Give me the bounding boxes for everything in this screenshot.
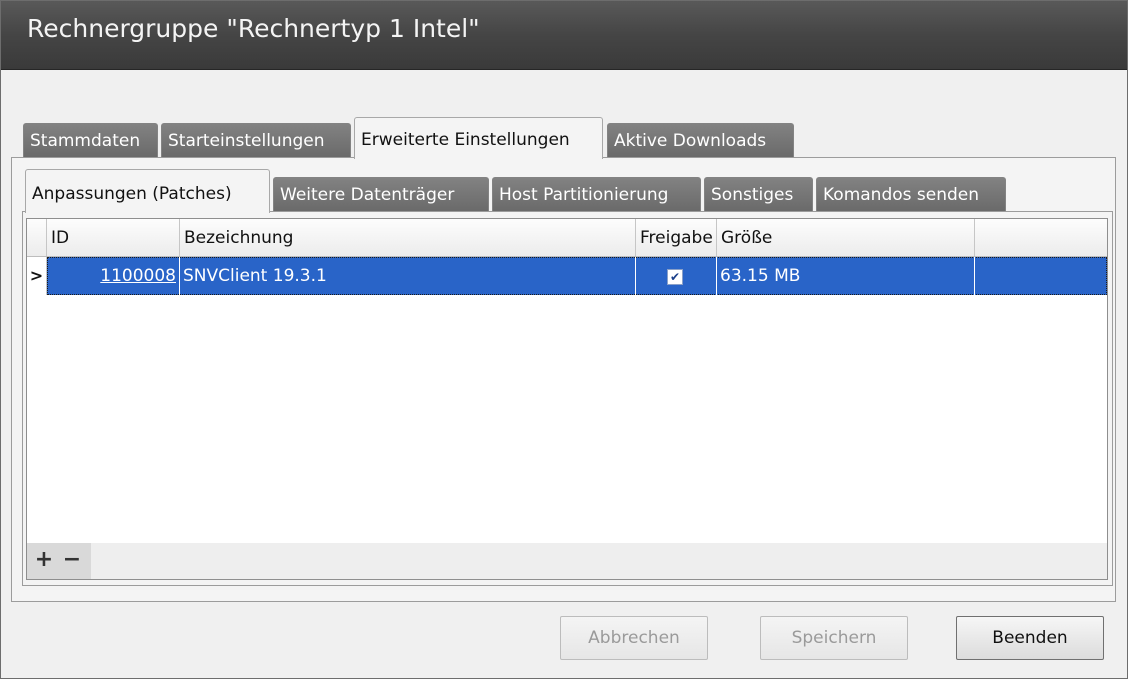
plus-icon[interactable]: + [33,547,55,573]
tab-starteinstellungen[interactable]: Starteinstellungen [161,123,351,157]
minus-icon[interactable]: − [61,547,83,573]
row-indicator-arrow: > [27,257,47,295]
column-header-empty [975,219,1107,256]
window-title: Rechnergruppe "Rechnertyp 1 Intel" [27,14,480,43]
abbrechen-button[interactable]: Abbrechen [560,616,708,660]
tab-aktive-downloads[interactable]: Aktive Downloads [607,123,794,157]
row-indicator-header [27,219,47,256]
id-link[interactable]: 1100008 [100,266,176,286]
speichern-button[interactable]: Speichern [760,616,908,660]
tab-erweiterte-einstellungen[interactable]: Erweiterte Einstellungen [354,117,603,159]
tab-host-partitionierung[interactable]: Host Partitionierung [492,177,701,211]
cell-freigabe[interactable]: ✔ [636,257,717,295]
tab-weitere-datentraeger[interactable]: Weitere Datenträger [273,177,489,211]
beenden-button[interactable]: Beenden [956,616,1104,660]
column-header-bezeichnung[interactable]: Bezeichnung [180,219,636,256]
grid-navigator: + − [27,543,91,579]
tab-komandos-senden[interactable]: Komandos senden [816,177,1006,211]
tab-anpassungen-patches[interactable]: Anpassungen (Patches) [25,169,270,213]
grid-footer-strip [27,543,1107,579]
column-header-groesse[interactable]: Größe [717,219,975,256]
column-header-freigabe[interactable]: Freigabe [636,219,717,256]
grid-header: ID Bezeichnung Freigabe Größe [27,219,1107,257]
cell-groesse: 63.15 MB [717,257,975,295]
cell-empty [975,257,1107,295]
tab-stammdaten[interactable]: Stammdaten [23,123,158,157]
freigabe-checkbox[interactable]: ✔ [667,269,683,285]
cell-bezeichnung: SNVClient 19.3.1 [180,257,636,295]
patches-grid[interactable]: ID Bezeichnung Freigabe Größe > 1100008 … [26,218,1108,580]
dialog-window: Rechnergruppe "Rechnertyp 1 Intel" Stamm… [0,0,1128,679]
column-header-id[interactable]: ID [47,219,180,256]
title-bar[interactable]: Rechnergruppe "Rechnertyp 1 Intel" [1,1,1127,70]
tab-sonstiges[interactable]: Sonstiges [704,177,813,211]
table-row[interactable]: 1100008 SNVClient 19.3.1 ✔ 63.15 MB [47,257,1107,295]
cell-id[interactable]: 1100008 [47,257,180,295]
